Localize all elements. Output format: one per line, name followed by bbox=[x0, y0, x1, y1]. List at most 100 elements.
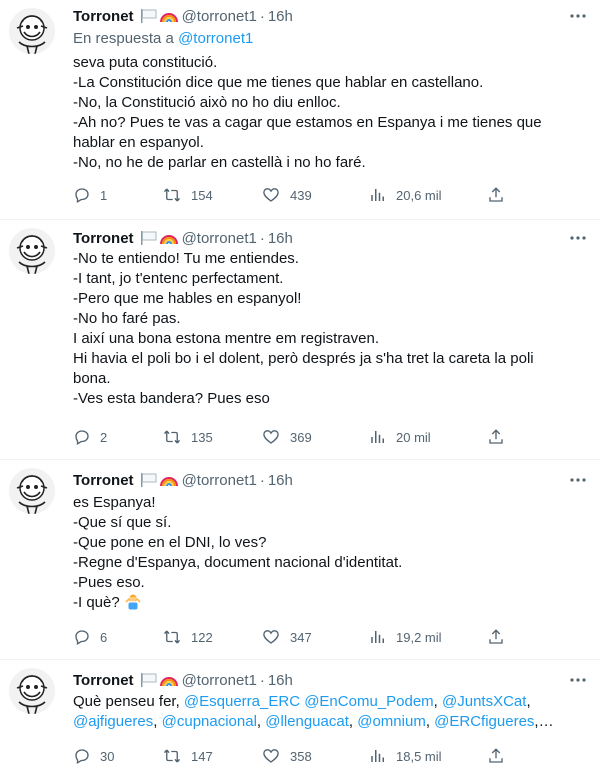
tweet[interactable]: Torronet @torronet1 · 16h es Espanya! -Q… bbox=[0, 460, 600, 660]
share-button[interactable] bbox=[487, 427, 505, 447]
retweet-icon bbox=[163, 630, 181, 644]
like-button[interactable]: 439 bbox=[261, 185, 312, 205]
tweet[interactable]: Torronet @torronet1 · 16h En respuesta a… bbox=[0, 0, 600, 220]
display-name[interactable]: Torronet bbox=[73, 230, 134, 247]
text-line: -Regne d'Espanya, document nacional d'id… bbox=[73, 554, 403, 571]
text-line: hablar en espanyol. bbox=[73, 134, 204, 151]
mention-link[interactable]: @llenguacat bbox=[265, 713, 349, 730]
text-line: Hi havia el poli bo i el dolent, però de… bbox=[73, 350, 534, 367]
like-icon bbox=[263, 188, 279, 202]
reply-count: 1 bbox=[100, 187, 108, 203]
tweet[interactable]: Torronet @torronet1 · 16h Què penseu fer… bbox=[0, 660, 600, 775]
text-line: -No ho faré pas. bbox=[73, 310, 181, 327]
mention-link[interactable]: @Esquerra_ERC bbox=[184, 693, 300, 710]
ellipsis: … bbox=[538, 713, 554, 730]
text-line: -Que pone en el DNI, lo ves? bbox=[73, 534, 267, 551]
mention-link[interactable]: @ajfigueres bbox=[73, 713, 153, 730]
avatar[interactable] bbox=[9, 8, 55, 54]
view-count: 19,2 mil bbox=[396, 629, 442, 645]
views-button[interactable]: 18,5 mil bbox=[369, 746, 442, 766]
text-line: -Pues eso. bbox=[73, 574, 145, 591]
reply-button[interactable]: 6 bbox=[73, 627, 107, 647]
name-emojis bbox=[140, 230, 178, 246]
mention-link[interactable]: @omnium bbox=[357, 713, 426, 730]
comma: , bbox=[526, 693, 531, 710]
white-flag-icon bbox=[140, 473, 157, 487]
separator-dot: · bbox=[259, 229, 265, 247]
comma: , bbox=[256, 713, 262, 730]
retweet-button[interactable]: 135 bbox=[162, 427, 213, 447]
share-button[interactable] bbox=[487, 185, 505, 205]
display-name[interactable]: Torronet bbox=[73, 472, 134, 489]
text-line: -No, no he de parlar en castellà i no ho… bbox=[73, 154, 366, 171]
separator-dot: · bbox=[259, 471, 265, 489]
action-bar: 2 135 369 20 mil bbox=[73, 427, 513, 447]
handle[interactable]: @torronet1 bbox=[182, 8, 257, 25]
like-button[interactable]: 347 bbox=[261, 627, 312, 647]
views-button[interactable]: 20 mil bbox=[369, 427, 431, 447]
tweet-text: es Espanya! -Que sí que sí. -Que pone en… bbox=[73, 493, 578, 613]
avatar[interactable] bbox=[9, 668, 55, 714]
retweet-icon bbox=[163, 430, 181, 444]
retweet-button[interactable]: 122 bbox=[162, 627, 213, 647]
reply-button[interactable]: 2 bbox=[73, 427, 107, 447]
share-icon bbox=[489, 629, 503, 644]
more-options-button[interactable] bbox=[568, 6, 588, 26]
white-flag-icon bbox=[140, 673, 157, 687]
name-emojis bbox=[140, 8, 178, 24]
share-button[interactable] bbox=[487, 627, 505, 647]
handle[interactable]: @torronet1 bbox=[182, 230, 257, 247]
like-button[interactable]: 369 bbox=[261, 427, 312, 447]
name-emojis bbox=[140, 472, 178, 488]
avatar-illustration bbox=[9, 468, 55, 514]
views-button[interactable]: 19,2 mil bbox=[369, 627, 442, 647]
tweet-header: Torronet @torronet1 · 16h bbox=[73, 670, 293, 690]
mention-link[interactable]: @cupnacional bbox=[162, 713, 257, 730]
avatar[interactable] bbox=[9, 228, 55, 274]
timestamp[interactable]: 16h bbox=[268, 472, 293, 489]
mention-link[interactable]: @EnComu_Podem bbox=[304, 693, 433, 710]
mention-link[interactable]: @JuntsXCat bbox=[442, 693, 526, 710]
timestamp[interactable]: 16h bbox=[268, 672, 293, 689]
white-flag-icon bbox=[140, 9, 157, 23]
view-count: 20,6 mil bbox=[396, 187, 442, 203]
separator-dot: · bbox=[259, 671, 265, 689]
avatar[interactable] bbox=[9, 468, 55, 514]
reply-button[interactable]: 1 bbox=[73, 185, 107, 205]
reply-mention[interactable]: @torronet1 bbox=[178, 30, 253, 47]
text-line: bona. bbox=[73, 370, 111, 387]
like-count: 347 bbox=[290, 629, 312, 645]
retweet-button[interactable]: 147 bbox=[162, 746, 213, 766]
display-name[interactable]: Torronet bbox=[73, 672, 134, 689]
comma: , bbox=[425, 713, 430, 730]
text-line: es Espanya! bbox=[73, 494, 156, 511]
tweet[interactable]: Torronet @torronet1 · 16h -No te entiend… bbox=[0, 220, 600, 460]
view-count: 20 mil bbox=[396, 429, 431, 445]
text-segment: Què penseu fer, bbox=[73, 693, 180, 710]
views-button[interactable]: 20,6 mil bbox=[369, 185, 442, 205]
display-name[interactable]: Torronet bbox=[73, 8, 134, 25]
like-icon bbox=[263, 749, 279, 763]
handle[interactable]: @torronet1 bbox=[182, 472, 257, 489]
views-icon bbox=[371, 189, 384, 201]
more-options-button[interactable] bbox=[568, 470, 588, 490]
retweet-button[interactable]: 154 bbox=[162, 185, 213, 205]
comma: , bbox=[433, 693, 438, 710]
more-icon bbox=[570, 14, 586, 18]
share-button[interactable] bbox=[487, 746, 505, 766]
mention-link[interactable]: @ERCfigueres bbox=[434, 713, 534, 730]
more-options-button[interactable] bbox=[568, 670, 588, 690]
tweet-text: seva puta constitució. -La Constitución … bbox=[73, 53, 578, 173]
more-icon bbox=[570, 478, 586, 482]
rainbow-icon bbox=[159, 235, 178, 245]
reply-button[interactable]: 30 bbox=[73, 746, 114, 766]
more-icon bbox=[570, 236, 586, 240]
timestamp[interactable]: 16h bbox=[268, 8, 293, 25]
like-icon bbox=[263, 630, 279, 644]
like-button[interactable]: 358 bbox=[261, 746, 312, 766]
handle[interactable]: @torronet1 bbox=[182, 672, 257, 689]
more-options-button[interactable] bbox=[568, 228, 588, 248]
text-line: -Que sí que sí. bbox=[73, 514, 172, 531]
timestamp[interactable]: 16h bbox=[268, 230, 293, 247]
text-line: @ajfigueres, @cupnacional, @llenguacat, … bbox=[73, 712, 578, 732]
